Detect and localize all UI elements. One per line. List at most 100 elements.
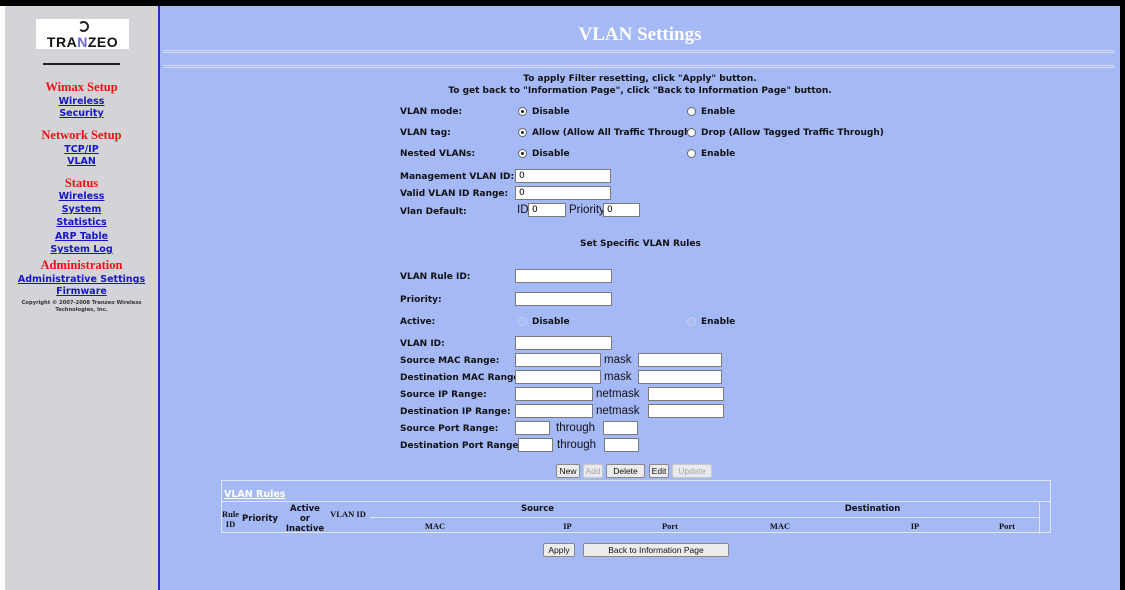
destination-port-start-input[interactable] <box>518 438 553 452</box>
vlan-tag-allow-radio[interactable] <box>518 128 527 137</box>
source-port-through-label: through <box>556 422 596 434</box>
vlan-tag-allow-label: Allow (Allow All Traffic Through) <box>532 128 695 138</box>
nav-link-system[interactable]: System <box>5 204 158 215</box>
rules-header-source: Source <box>520 504 554 514</box>
destination-mac-range-label: Destination MAC Range: <box>400 373 524 383</box>
nested-vlans-enable-label: Enable <box>701 149 736 159</box>
delete-button[interactable]: Delete <box>606 464 645 478</box>
destination-mac-mask-label: mask <box>604 371 632 383</box>
nav-link-wimax-wireless[interactable]: Wireless <box>5 96 158 107</box>
valid-vlan-id-range-input[interactable]: 0 <box>515 186 611 200</box>
sidebar: TRANZEO Wimax Setup Wireless Security Ne… <box>5 6 158 590</box>
rules-header-priority: Priority <box>242 514 278 524</box>
logo-wordmark: TRANZEO <box>46 34 119 50</box>
source-ip-range-label: Source IP Range: <box>400 390 487 400</box>
nested-vlans-enable-radio[interactable] <box>687 149 696 158</box>
vlan-tag-drop-radio[interactable] <box>687 128 696 137</box>
destination-ip-start-input[interactable] <box>515 404 593 418</box>
source-mac-range-label: Source MAC Range: <box>400 356 500 366</box>
vlan-tag-label: VLAN tag: <box>400 128 451 138</box>
active-enable-label: Enable <box>701 317 736 327</box>
management-vlan-id-label: Management VLAN ID: <box>400 172 515 182</box>
rules-subheader-source-ip: IP <box>563 521 572 531</box>
rules-header-top-border <box>222 501 1051 502</box>
destination-ip-range-label: Destination IP Range: <box>400 407 511 417</box>
page-title: VLAN Settings <box>578 24 702 45</box>
set-specific-vlan-rules-heading: Set Specific VLAN Rules <box>580 239 701 249</box>
valid-vlan-id-range-label: Valid VLAN ID Range: <box>400 189 509 199</box>
destination-port-range-label: Destination Port Range: <box>400 441 523 451</box>
page-frame: TRANZEO Wimax Setup Wireless Security Ne… <box>0 6 1125 590</box>
vlan-default-id-label: ID <box>517 204 529 216</box>
section-title-network-setup: Network Setup <box>41 128 122 142</box>
source-mac-mask-label: mask <box>604 354 632 366</box>
section-title-status: Status <box>64 176 99 190</box>
vlan-rules-title: VLAN Rules <box>224 489 286 500</box>
nav-link-system-log[interactable]: System Log <box>5 244 158 255</box>
rules-subheader-source-port: Port <box>661 521 679 531</box>
source-ip-start-input[interactable] <box>515 387 593 401</box>
window-right-edge <box>1120 6 1125 590</box>
source-port-start-input[interactable] <box>515 421 550 435</box>
rules-subheader-source-mac: MAC <box>424 521 446 531</box>
source-mac-start-input[interactable] <box>515 353 601 367</box>
nested-vlans-disable-radio[interactable] <box>518 149 527 158</box>
source-port-end-input[interactable] <box>603 421 638 435</box>
rules-subheader-dest-ip: IP <box>910 521 920 531</box>
rules-subheader-dest-mac: MAC <box>769 521 791 531</box>
rules-header-rule-id: Rule ID <box>222 509 239 529</box>
rules-subheader-border <box>370 517 1040 518</box>
nav-link-arp-table[interactable]: ARP Table <box>5 231 158 242</box>
nav-link-security[interactable]: Security <box>5 108 158 119</box>
section-title-wimax-setup: Wimax Setup <box>45 80 118 94</box>
destination-ip-netmask-input[interactable] <box>648 404 724 418</box>
nav-link-statistics[interactable]: Statistics <box>5 217 158 228</box>
destination-port-end-input[interactable] <box>604 438 639 452</box>
add-button[interactable]: Add <box>583 464 603 478</box>
source-ip-netmask-label: netmask <box>596 388 640 400</box>
vlan-default-priority-input[interactable]: 0 <box>603 203 640 217</box>
logo-divider <box>43 63 120 65</box>
vlan-mode-enable-radio[interactable] <box>687 107 696 116</box>
priority-input[interactable] <box>515 292 612 306</box>
title-rule-bottom <box>163 65 1115 68</box>
rules-header-vlan-id: VLAN ID <box>330 509 366 519</box>
destination-port-through-label: through <box>557 439 597 451</box>
new-button[interactable]: New <box>556 464 580 478</box>
nav-link-status-wireless[interactable]: Wireless <box>5 191 158 202</box>
vlan-default-priority-label: Priority <box>569 204 605 216</box>
vlan-default-id-input[interactable]: 0 <box>528 203 566 217</box>
nav-link-vlan[interactable]: VLAN <box>5 156 158 167</box>
vlan-mode-enable-label: Enable <box>701 107 736 117</box>
back-to-information-page-button[interactable]: Back to Information Page <box>583 543 729 557</box>
vlan-rule-id-label: VLAN Rule ID: <box>400 272 471 282</box>
nav-link-administrative-settings[interactable]: Administrative Settings <box>5 274 158 285</box>
update-button[interactable]: Update <box>672 464 712 478</box>
active-disable-radio[interactable] <box>518 317 527 326</box>
source-mac-mask-input[interactable] <box>638 353 722 367</box>
management-vlan-id-input[interactable]: 0 <box>515 169 611 183</box>
info-back-text: To get back to "Information Page", click… <box>448 86 832 96</box>
destination-mac-mask-input[interactable] <box>638 370 722 384</box>
nested-vlans-label: Nested VLANs: <box>400 149 476 159</box>
info-apply-text: To apply Filter resetting, click "Apply"… <box>523 74 757 84</box>
rules-subheader-dest-port: Port <box>998 521 1016 531</box>
destination-ip-netmask-label: netmask <box>596 405 640 417</box>
nav-link-firmware[interactable]: Firmware <box>5 286 158 297</box>
active-label: Active: <box>400 317 436 327</box>
vlan-mode-disable-radio[interactable] <box>518 107 527 116</box>
destination-mac-start-input[interactable] <box>515 370 601 384</box>
edit-button[interactable]: Edit <box>649 464 669 478</box>
title-rule-top <box>163 50 1115 53</box>
tranzeo-logo: TRANZEO <box>36 19 129 50</box>
vlan-rules-table: VLAN Rules Rule ID Priority Active or In… <box>221 480 1051 534</box>
nested-vlans-disable-label: Disable <box>532 149 570 159</box>
nav-link-tcp-ip[interactable]: TCP/IP <box>5 144 158 155</box>
apply-button[interactable]: Apply <box>543 543 575 557</box>
vlan-id-input[interactable] <box>515 336 612 350</box>
vlan-rule-id-input[interactable] <box>515 269 612 283</box>
vlan-mode-disable-label: Disable <box>532 107 570 117</box>
active-enable-radio[interactable] <box>687 317 696 326</box>
vlan-mode-label: VLAN mode: <box>400 107 463 117</box>
source-ip-netmask-input[interactable] <box>648 387 724 401</box>
